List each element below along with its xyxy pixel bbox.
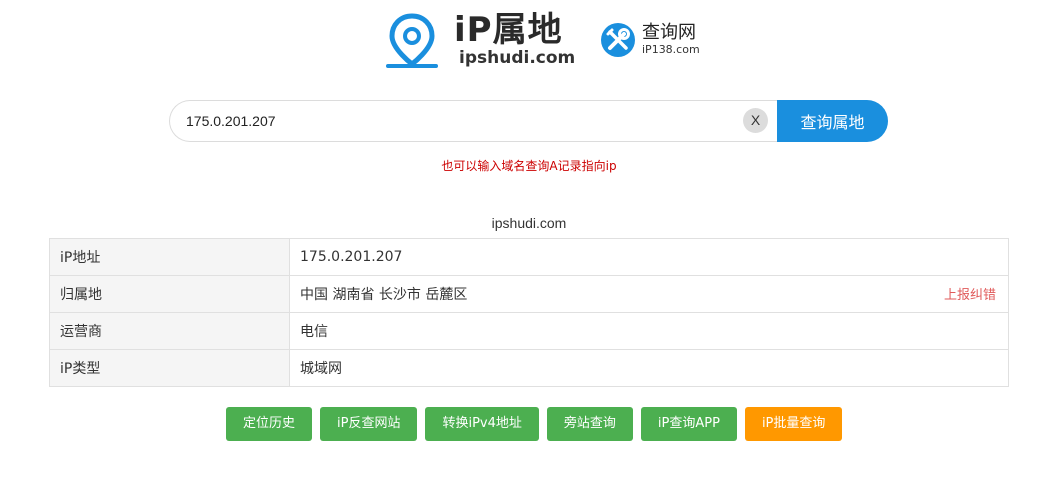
row-value: 175.0.201.207 [289,238,1009,276]
sibling-site-lookup-button[interactable]: 旁站查询 [546,407,633,441]
row-value: 中国 湖南省 长沙市 岳麓区 [300,287,468,303]
reverse-ip-lookup-button[interactable]: iP反查网站 [320,407,418,441]
location-pin-icon [386,13,438,68]
table-row: 归属地 中国 湖南省 长沙市 岳麓区 上报纠错 [49,275,1009,313]
table-row: iP类型 城域网 [49,349,1009,387]
ip-query-app-button[interactable]: iP查询APP [640,407,737,441]
row-key: iP地址 [49,238,290,276]
result-table: iP地址 175.0.201.207 归属地 中国 湖南省 长沙市 岳麓区 上报… [49,238,1009,387]
partner-domain: iP138.com [642,43,700,56]
brand-title: iP属地 [454,10,563,50]
row-key: iP类型 [49,349,290,387]
row-key: 运营商 [49,312,290,350]
batch-ip-query-button[interactable]: iP批量查询 [744,407,843,441]
partner-name: 查询网 [642,22,696,43]
result-caption: ipshudi.com [491,215,567,231]
query-location-button[interactable]: 查询属地 [777,100,888,142]
action-buttons: 定位历史 iP反查网站 转换iPv4地址 旁站查询 iP查询APP iP批量查询 [226,407,843,441]
row-value: 城域网 [289,349,1009,387]
table-row: iP地址 175.0.201.207 [49,238,1009,276]
page: iP属地 ipshudi.com 查询网 iP138.com X 查询属地 也可… [0,0,1050,480]
table-row: 运营商 电信 [49,312,1009,350]
convert-ipv4-button[interactable]: 转换iPv4地址 [425,407,539,441]
tools-icon [601,23,635,57]
row-key: 归属地 [49,275,290,313]
report-error-link[interactable]: 上报纠错 [944,284,996,303]
partner-logo[interactable]: 查询网 iP138.com [600,22,710,62]
row-value-cell: 中国 湖南省 长沙市 岳麓区 上报纠错 [289,275,1009,313]
site-logo[interactable]: iP属地 ipshudi.com [384,10,584,70]
location-history-button[interactable]: 定位历史 [226,407,313,441]
ip-search-input[interactable] [169,100,777,142]
row-value: 电信 [289,312,1009,350]
brand-domain: ipshudi.com [459,48,576,68]
search-bar: X 查询属地 [169,100,888,142]
clear-input-button[interactable]: X [743,108,768,133]
search-hint: 也可以输入域名查询A记录指向ip [441,159,617,173]
